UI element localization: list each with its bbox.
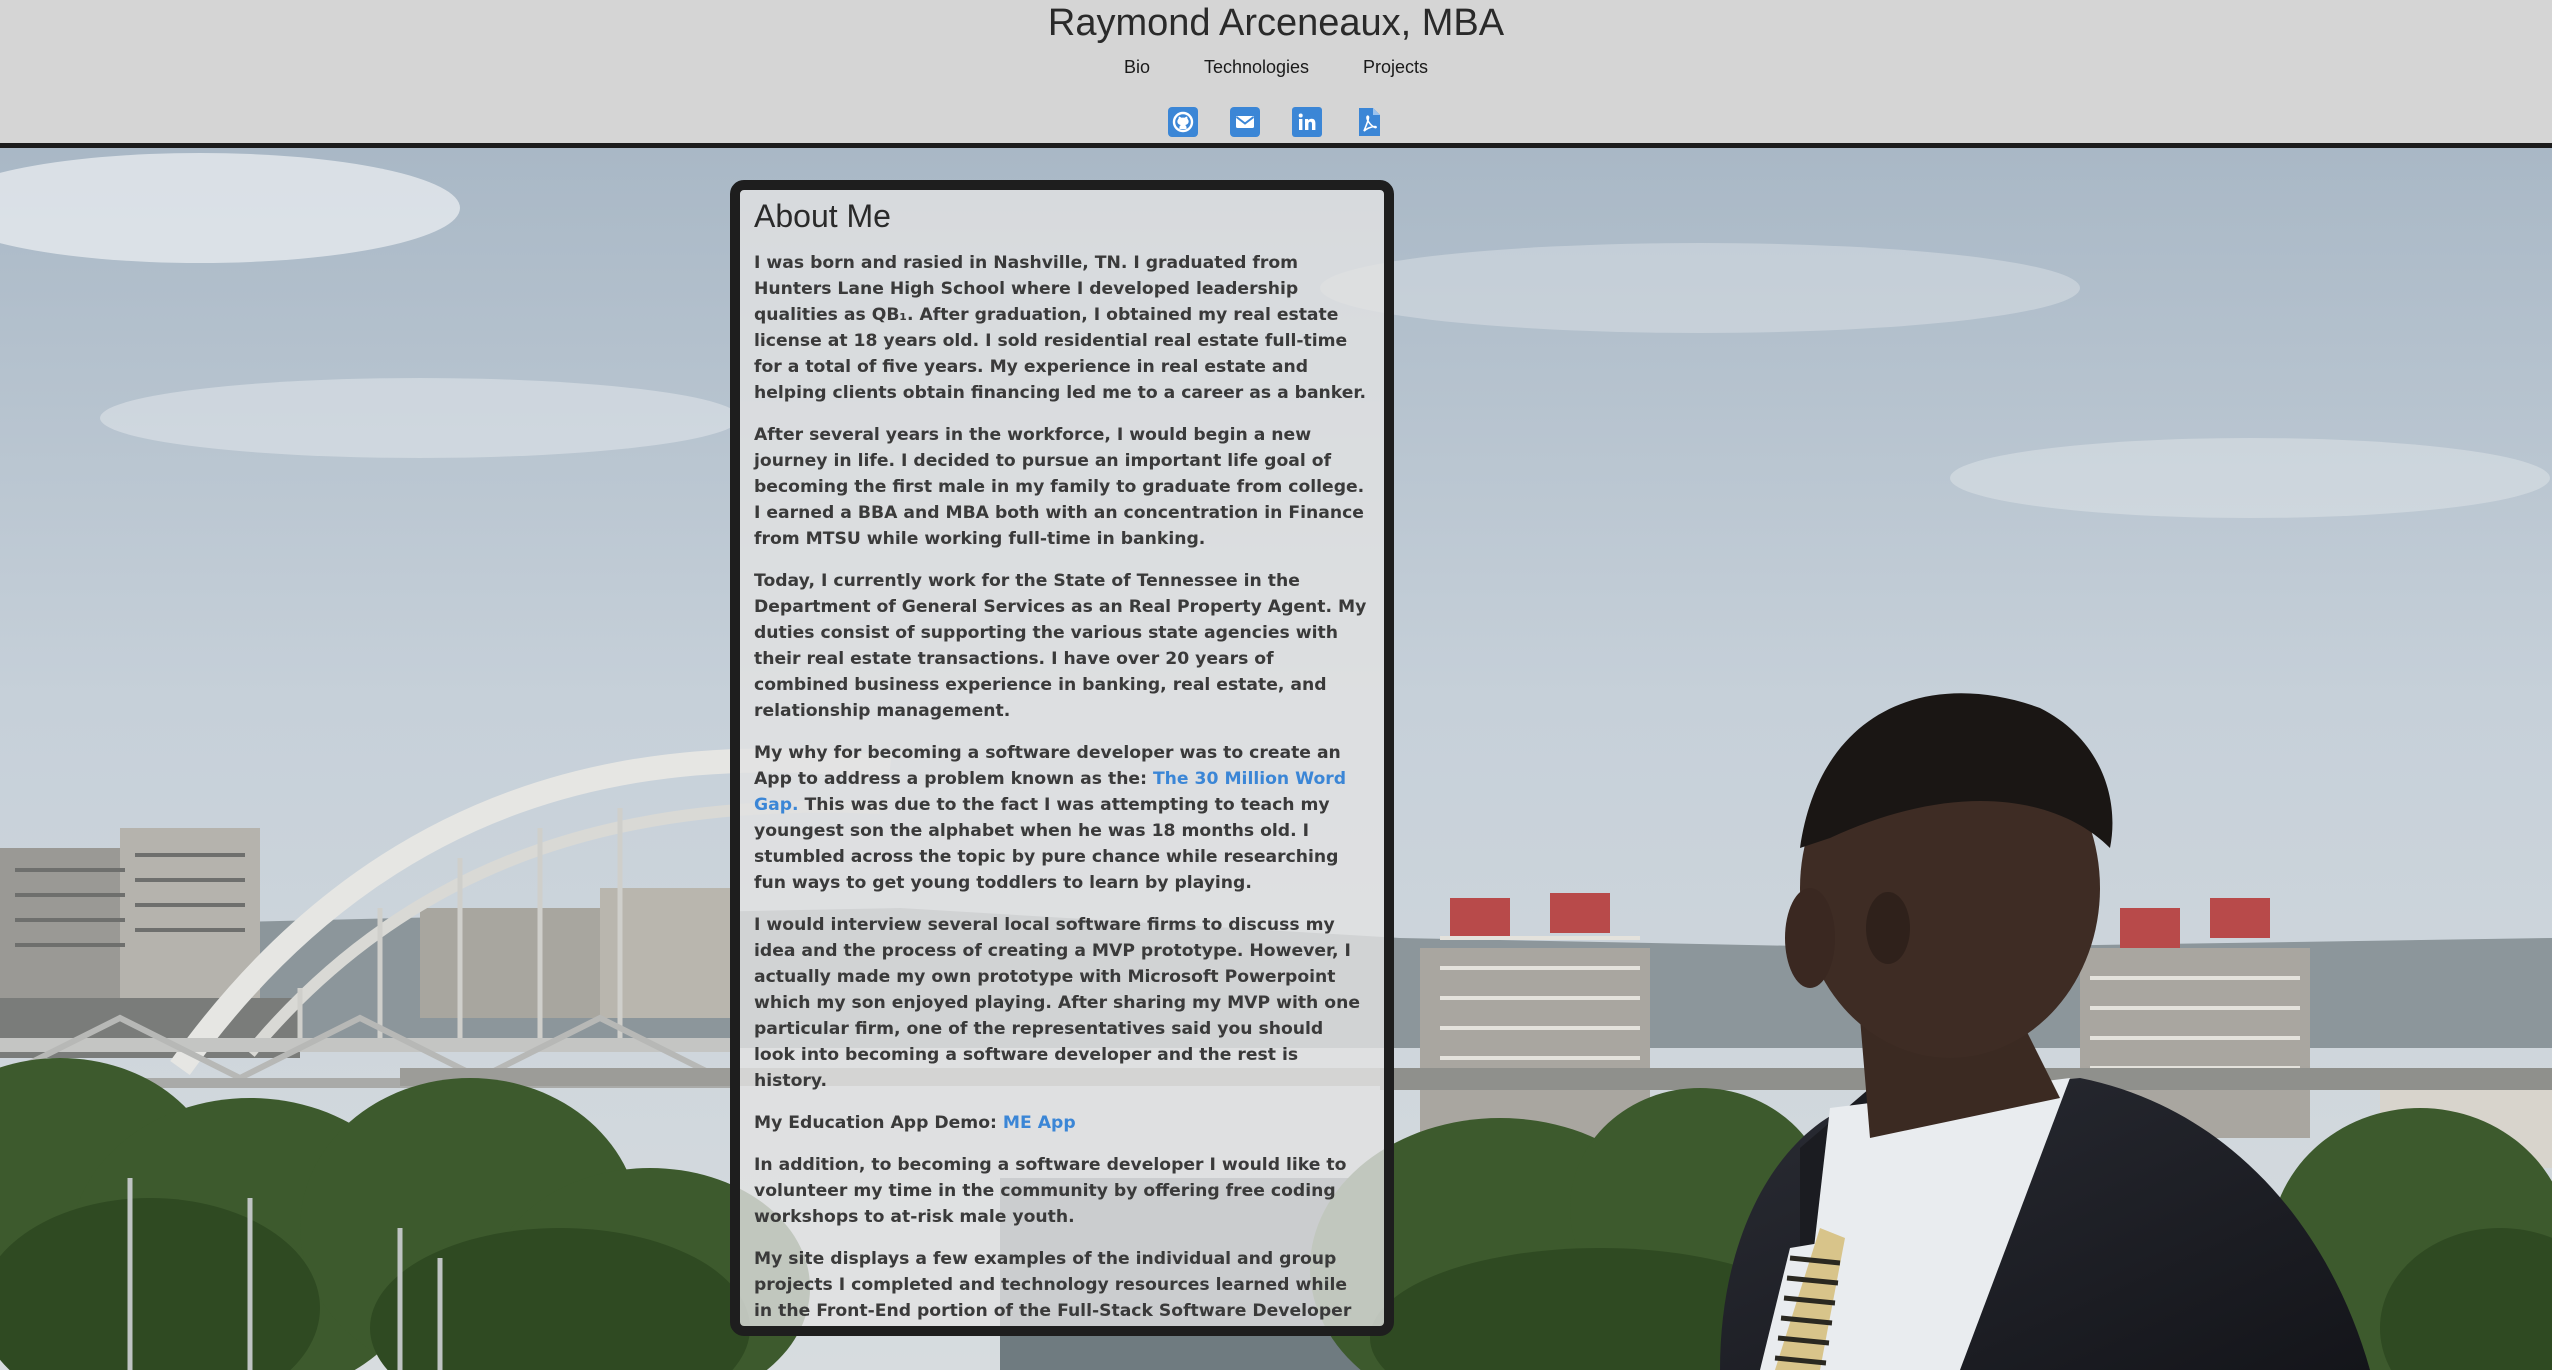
- nav-bio[interactable]: Bio: [1124, 56, 1150, 78]
- about-paragraph-3: Today, I currently work for the State of…: [754, 571, 1367, 721]
- main-nav: Bio Technologies Projects: [0, 56, 2552, 78]
- about-paragraph-8: My site displays a few examples of the i…: [754, 1249, 1352, 1321]
- about-paragraph-7: In addition, to becoming a software deve…: [754, 1155, 1347, 1227]
- about-paragraph-4: My why for becoming a software developer…: [754, 740, 1370, 896]
- pdf-resume-icon[interactable]: [1354, 107, 1384, 137]
- education-demo-label: My Education App Demo:: [754, 1113, 1003, 1133]
- about-card: About Me I was born and rasied in Nashvi…: [730, 180, 1394, 1336]
- linkedin-icon[interactable]: [1292, 107, 1322, 137]
- email-icon[interactable]: [1230, 107, 1260, 137]
- nav-projects[interactable]: Projects: [1363, 56, 1428, 78]
- github-icon[interactable]: [1168, 107, 1198, 137]
- nav-technologies[interactable]: Technologies: [1204, 56, 1309, 78]
- social-links: [0, 107, 2552, 137]
- about-paragraph-1: I was born and rasied in Nashville, TN. …: [754, 253, 1366, 403]
- about-paragraph-2: After several years in the workforce, I …: [754, 425, 1365, 549]
- me-app-link[interactable]: ME App: [1003, 1113, 1076, 1133]
- about-paragraph-4-after: This was due to the fact I was attemptin…: [754, 795, 1339, 893]
- about-paragraph-6: My Education App Demo: ME App: [754, 1110, 1370, 1136]
- site-header: Raymond Arceneaux, MBA Bio Technologies …: [0, 0, 2552, 148]
- about-paragraph-5: I would interview several local software…: [754, 915, 1360, 1091]
- site-title: Raymond Arceneaux, MBA: [1047, 2, 1505, 44]
- about-title: About Me: [754, 198, 891, 234]
